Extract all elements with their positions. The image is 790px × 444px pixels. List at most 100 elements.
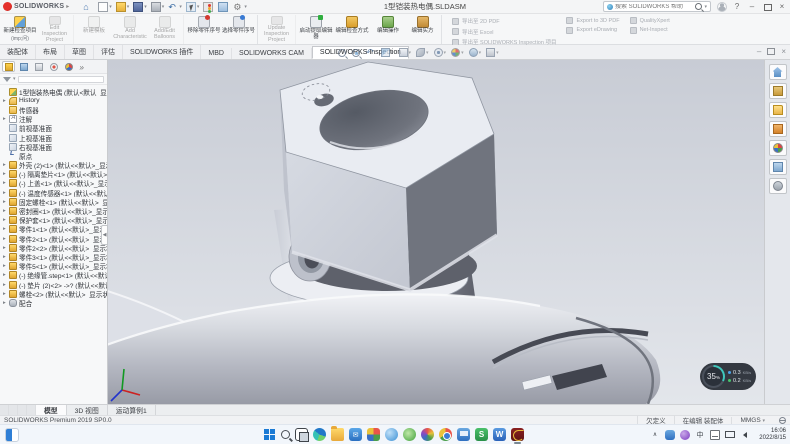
tab-scroll-button[interactable] — [0, 405, 9, 415]
taskbar-app-button[interactable] — [281, 430, 290, 439]
tree-item[interactable]: ▸ 保护套<1> (默认<<默认>_显示状 — [1, 216, 107, 225]
taskbar-app-button[interactable] — [439, 428, 452, 441]
tree-item[interactable]: ▸ 配合 — [1, 298, 107, 307]
quick-access-button[interactable]: ▾ — [116, 2, 130, 12]
help-search-box[interactable]: ▾ — [603, 1, 711, 12]
feature-manager-tab[interactable] — [77, 61, 90, 72]
tree-item[interactable]: ▸ 螺栓<2> (默认<<默认>_显示状态 — [1, 289, 107, 298]
quick-access-button[interactable]: ▾ — [133, 2, 147, 12]
tree-item[interactable]: ▸ 零件2<1> (默认<<默认>_显示状 — [1, 234, 107, 243]
tree-item[interactable]: ▸ 零件3<1> (默认<<默认>_显示状 — [1, 252, 107, 261]
quick-access-button[interactable] — [218, 2, 229, 12]
tree-filter-input[interactable] — [18, 76, 104, 83]
dropdown-caret-icon[interactable]: ▾ — [461, 50, 464, 56]
command-tab[interactable]: MBD — [201, 48, 232, 60]
task-pane-button[interactable] — [769, 159, 787, 175]
tree-item[interactable]: ▸ 零件1<1> (默认<<默认>_显示状 — [1, 225, 107, 234]
logo-expand-icon[interactable]: ▸ — [66, 3, 69, 10]
ribbon-button[interactable]: 编辑检查方式 — [334, 15, 370, 44]
taskbar-app-button[interactable] — [313, 428, 326, 441]
task-pane-button[interactable] — [769, 178, 787, 194]
taskbar-app-button[interactable] — [331, 428, 344, 441]
dropdown-caret-icon[interactable]: ▾ — [426, 50, 429, 56]
graphics-viewport[interactable]: 35% 0.3 KB/s 0.2 KB/s — [108, 60, 764, 404]
export-menu-item[interactable]: 导出至 2D PDF — [452, 17, 556, 25]
dropdown-caret-icon[interactable]: ▾ — [109, 4, 112, 10]
assembly-3d-model[interactable] — [108, 60, 764, 404]
tray-icon[interactable] — [680, 430, 690, 440]
taskbar-app-button[interactable]: ✉ — [349, 428, 362, 441]
tree-item[interactable]: ▸ (-) 隔离垫片<1> (默认<<默认>_显 — [1, 170, 107, 179]
taskbar-app-button[interactable] — [457, 428, 470, 441]
export-menu-item[interactable]: Export eDrawing — [566, 27, 619, 34]
tree-item[interactable]: 原点 — [1, 151, 107, 160]
tab-scroll-button[interactable] — [9, 405, 18, 415]
globe-icon[interactable] — [779, 417, 786, 424]
dropdown-caret-icon[interactable]: ▾ — [391, 50, 394, 56]
document-tab[interactable]: 模型 — [36, 405, 67, 415]
tab-scroll-button[interactable] — [18, 405, 27, 415]
ribbon-button[interactable]: 编辑实方 — [406, 15, 442, 44]
ribbon-button[interactable]: 新建检查项目 (imp;问) — [2, 15, 38, 44]
search-icon[interactable] — [695, 3, 702, 10]
heads-up-button[interactable] — [338, 49, 347, 57]
quick-access-button[interactable]: ▾ — [98, 2, 112, 12]
heads-up-button[interactable]: ▾ — [434, 48, 447, 57]
ribbon-button[interactable]: Update Inspection Project — [260, 15, 296, 44]
tray-icon[interactable] — [740, 430, 750, 440]
taskbar-app-button[interactable] — [403, 428, 416, 441]
dropdown-caret-icon[interactable]: ▾ — [496, 50, 499, 56]
quick-access-button[interactable]: ▾ — [186, 2, 200, 12]
dropdown-caret-icon[interactable]: ▾ — [444, 50, 447, 56]
tree-item[interactable]: ▸ History — [1, 96, 107, 105]
taskbar-app-button[interactable] — [263, 428, 276, 441]
command-tab[interactable]: 草图 — [65, 45, 94, 60]
task-pane-button[interactable] — [769, 102, 787, 118]
tree-item[interactable]: ▸ 零件5<1> (默认<<默认>_显示状 — [1, 262, 107, 271]
ribbon-button[interactable]: Edit Inspection Project — [38, 15, 74, 44]
heads-up-button[interactable] — [366, 48, 376, 57]
dropdown-caret-icon[interactable]: ▾ — [127, 4, 130, 10]
ribbon-button[interactable]: 移除零件序号 — [186, 15, 222, 44]
taskbar-app-button[interactable] — [385, 428, 398, 441]
window-control-button[interactable] — [762, 2, 772, 12]
tree-item[interactable]: ▸ (-) 垫片 (2)<2> ->? (默认<<默认 — [1, 280, 107, 289]
tree-item[interactable]: 前视基准面 — [1, 124, 107, 133]
document-window-button[interactable]: – — [757, 46, 761, 57]
solidworks-logo[interactable]: SOLIDWORKS ▸ — [3, 2, 69, 11]
quality-menu-item[interactable]: Net-Inspect — [630, 27, 670, 34]
tree-item[interactable]: 传感器 — [1, 105, 107, 114]
dropdown-caret-icon[interactable]: ▾ — [144, 4, 147, 10]
tray-icon[interactable] — [665, 430, 675, 440]
quick-access-button[interactable]: ▾ — [151, 2, 165, 12]
document-tab[interactable]: 运动算例1 — [108, 405, 156, 415]
document-tab[interactable]: 3D 视图 — [67, 405, 108, 415]
quick-access-button[interactable]: ▾ — [168, 2, 182, 12]
heads-up-button[interactable]: ▾ — [486, 48, 499, 57]
heads-up-button[interactable]: ▾ — [416, 48, 429, 57]
quality-menu-item[interactable]: QualityXpert — [630, 17, 670, 24]
filter-funnel-icon[interactable] — [3, 77, 11, 82]
task-pane-button[interactable] — [769, 121, 787, 137]
feature-manager-tab[interactable] — [17, 61, 30, 72]
command-tab[interactable]: 装配体 — [0, 45, 36, 60]
tree-item[interactable]: ▸ 零件2<2> (默认<<默认>_显示状 — [1, 243, 107, 252]
tree-item[interactable]: ▸ (-) 绝缘管.step<1> (默认<<默认 — [1, 271, 107, 280]
heads-up-button[interactable]: ▾ — [381, 48, 394, 57]
tray-icon[interactable] — [725, 431, 735, 438]
command-tab[interactable]: 评估 — [94, 45, 123, 60]
taskbar-app-button[interactable] — [295, 428, 308, 441]
tree-item[interactable]: 1型铠装热电偶 (默认<默认_显示状态-1 — [1, 87, 107, 96]
taskbar-app-button[interactable] — [511, 428, 524, 441]
document-window-button[interactable] — [767, 48, 775, 55]
filter-caret-icon[interactable]: ▾ — [13, 76, 16, 82]
ribbon-button[interactable]: 启动提取编辑器 — [298, 15, 334, 44]
task-pane-button[interactable] — [769, 64, 787, 80]
feature-manager-tab[interactable] — [47, 61, 60, 72]
tree-item[interactable]: ▸ 密封圈<1> (默认<<默认>_显示状 — [1, 206, 107, 215]
command-tab[interactable]: SOLIDWORKS 插件 — [123, 45, 201, 60]
heads-up-button[interactable]: ▾ — [469, 48, 482, 57]
heads-up-button[interactable] — [352, 49, 361, 57]
ribbon-button[interactable]: 选择零件序号 — [222, 15, 258, 44]
heads-up-button[interactable]: ▾ — [399, 48, 412, 57]
